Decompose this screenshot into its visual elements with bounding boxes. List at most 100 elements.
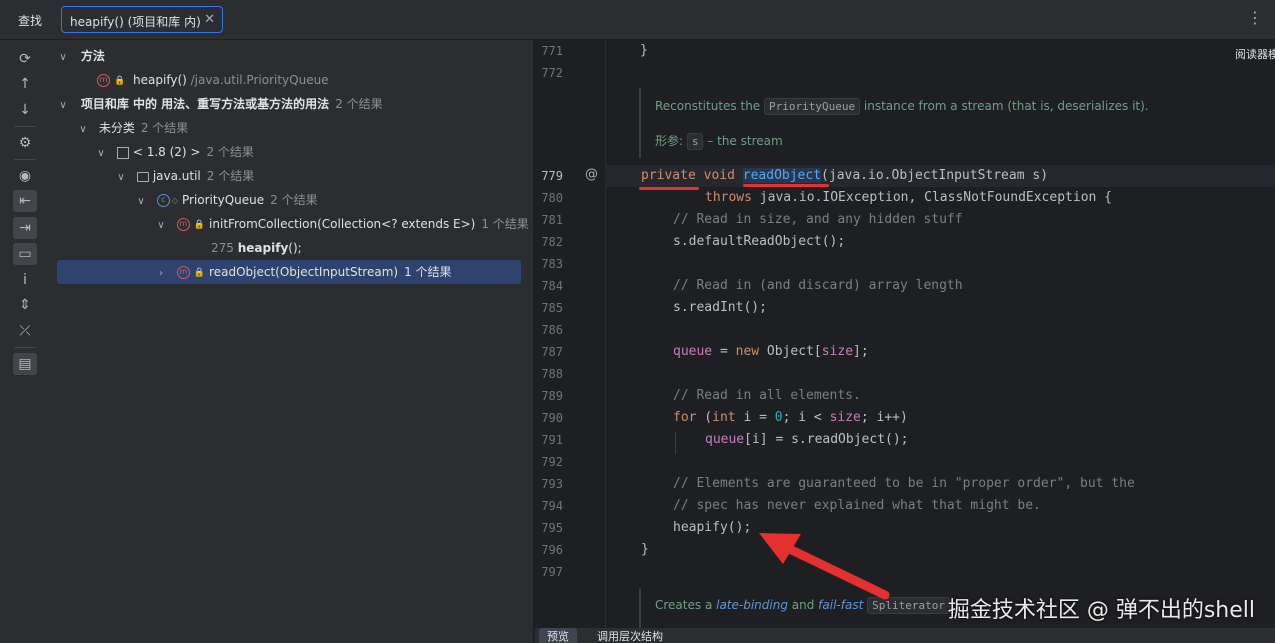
- rerun-icon[interactable]: ⟳: [13, 48, 37, 70]
- line-number: 275: [211, 241, 234, 255]
- node-label: java.util: [152, 169, 201, 183]
- package-icon: [136, 171, 149, 182]
- tab-heapify-usages[interactable]: heapify() (项目和库 内) ✕: [61, 6, 223, 33]
- tree-node-heapify-method[interactable]: m 🔒 heapify() /java.util.PriorityQueue: [57, 68, 521, 92]
- code-line: private void readObject(java.io.ObjectIn…: [641, 168, 1048, 183]
- line-number: 772: [541, 66, 563, 80]
- field: queue: [673, 344, 713, 359]
- arrow-down-icon[interactable]: ↓: [13, 99, 37, 121]
- folder-filter-icon[interactable]: ▭: [13, 243, 37, 265]
- line-number: 788: [541, 367, 563, 381]
- keyword: for: [673, 410, 697, 425]
- node-label: 方法: [80, 49, 105, 63]
- code-line: queue[i] = s.readObject();: [705, 432, 909, 447]
- node-label: 项目和库 中的 用法、重写方法或基方法的用法: [80, 97, 330, 111]
- doc-link[interactable]: late-binding: [716, 598, 788, 612]
- chevron-down-icon[interactable]: ∨: [115, 166, 127, 190]
- chevron-down-icon[interactable]: ∨: [135, 190, 147, 214]
- chevron-down-icon[interactable]: ∨: [77, 118, 89, 142]
- doc-text: – the stream: [703, 134, 783, 148]
- code-text: (java.io.ObjectInputStream s): [821, 168, 1049, 183]
- close-icon[interactable]: ✕: [204, 12, 215, 27]
- doc-text: and: [787, 598, 819, 612]
- export-icon[interactable]: ⇥: [13, 217, 37, 239]
- arrow-up-icon[interactable]: ↑: [13, 73, 37, 95]
- code-text: ; i <: [782, 410, 830, 425]
- doc-code-chip: s: [686, 133, 704, 150]
- chevron-down-icon[interactable]: ∨: [57, 94, 69, 118]
- method-name: heapify(): [133, 73, 187, 87]
- doc-text: instance from a stream (that is, deseria…: [860, 99, 1149, 113]
- indent-guide: [675, 432, 676, 454]
- find-title: 查找: [18, 14, 43, 28]
- tab-call-hierarchy[interactable]: 调用层次结构: [589, 628, 671, 643]
- tab-preview[interactable]: 预览: [539, 628, 577, 643]
- line-number: 784: [541, 279, 563, 293]
- import-icon[interactable]: ⇤: [13, 190, 37, 212]
- code-comment: // Read in (and discard) array length: [673, 278, 963, 293]
- annotation-underline: [639, 187, 699, 190]
- tree-node-methods[interactable]: ∨ 方法: [57, 44, 521, 68]
- code-line: s.defaultReadObject();: [673, 234, 846, 249]
- tree-node-class[interactable]: ∨ c ◇ PriorityQueue 2 个结果: [57, 188, 521, 212]
- node-label: initFromCollection(Collection<? extends …: [209, 217, 476, 231]
- chevron-right-icon[interactable]: ›: [155, 262, 167, 286]
- library-icon: [116, 146, 129, 159]
- result-count: 2 个结果: [206, 169, 255, 183]
- doc-bar: [639, 588, 641, 628]
- more-options-icon[interactable]: ⋮: [1247, 10, 1263, 26]
- reader-mode-toggle[interactable]: 阅读器模式: [1235, 46, 1275, 62]
- line-gutter: 771 772 779 780 781 782 783 784 785 786 …: [535, 40, 605, 628]
- tree-node-package[interactable]: ∨ java.util 2 个结果: [57, 164, 521, 188]
- override-annotation-icon[interactable]: @: [585, 167, 598, 182]
- doc-link[interactable]: fail-fast: [818, 598, 863, 612]
- line-number: 782: [541, 235, 563, 249]
- node-label: < 1.8 (2) >: [132, 145, 201, 159]
- class-icon: c: [156, 194, 170, 207]
- tree-node-usages[interactable]: ∨ 项目和库 中的 用法、重写方法或基方法的用法 2 个结果: [57, 92, 521, 116]
- doc-bar: [639, 88, 641, 158]
- line-number: 783: [541, 257, 563, 271]
- chevron-down-icon[interactable]: ∨: [95, 142, 107, 166]
- keyword: void: [703, 168, 735, 183]
- tree-node-uncategorized[interactable]: ∨ 未分类 2 个结果: [57, 116, 521, 140]
- settings-icon[interactable]: ⚙: [13, 132, 37, 154]
- chevron-down-icon[interactable]: ∨: [57, 46, 69, 70]
- node-label: readObject(ObjectInputStream): [209, 265, 399, 279]
- collapse-all-icon[interactable]: ⤫: [13, 320, 37, 342]
- code-text: Object[: [759, 344, 822, 359]
- keyword: private: [641, 168, 696, 183]
- javadoc-description: Creates a late-binding and fail-fast Spl…: [655, 597, 950, 614]
- lock-icon: 🔒: [193, 219, 206, 230]
- bottom-tab-bar: 预览 调用层次结构: [535, 628, 1275, 643]
- tree-node-readobject[interactable]: › m 🔒 readObject(ObjectInputStream) 1 个结果: [57, 260, 521, 284]
- toolbar-divider: [14, 159, 36, 160]
- doc-text: Creates a: [655, 598, 717, 612]
- result-count: 1 个结果: [404, 265, 452, 279]
- toolbar-divider: [14, 126, 36, 127]
- line-number: 786: [541, 323, 563, 337]
- line-number: 780: [541, 191, 563, 205]
- line-number: 791: [541, 433, 563, 447]
- code-comment: // Elements are guaranteed to be in "pro…: [673, 476, 1135, 491]
- code-line: for (int i = 0; i < size; i++): [673, 410, 908, 425]
- preview-icon[interactable]: ▤: [13, 353, 37, 375]
- eye-icon[interactable]: ◉: [13, 165, 37, 187]
- chevron-down-icon[interactable]: ∨: [155, 214, 167, 238]
- usage-highlight: heapify: [237, 241, 289, 255]
- method-icon: m: [176, 218, 190, 231]
- code-text: java.io.IOException, ClassNotFoundExcept…: [751, 190, 1112, 205]
- line-number: 785: [541, 301, 563, 315]
- keyword: new: [735, 344, 760, 359]
- line-number: 779: [541, 169, 563, 183]
- info-icon[interactable]: i: [13, 269, 37, 291]
- code-preview[interactable]: 771 772 779 780 781 782 783 784 785 786 …: [535, 40, 1275, 628]
- method-name-highlight: readObject: [742, 168, 822, 183]
- tree-node-usage-line[interactable]: 275 heapify();: [57, 236, 521, 260]
- expand-all-icon[interactable]: ⇕: [13, 294, 37, 316]
- node-label: 未分类: [98, 121, 135, 135]
- tree-node-initfromcollection[interactable]: ∨ m 🔒 initFromCollection(Collection<? exte…: [57, 212, 529, 238]
- usages-tree: ∨ 方法 m 🔒 heapify() /java.util.PriorityQue…: [50, 40, 534, 643]
- code-line: s.readInt();: [673, 300, 767, 315]
- tree-node-jdk[interactable]: ∨ < 1.8 (2) > 2 个结果: [57, 140, 521, 164]
